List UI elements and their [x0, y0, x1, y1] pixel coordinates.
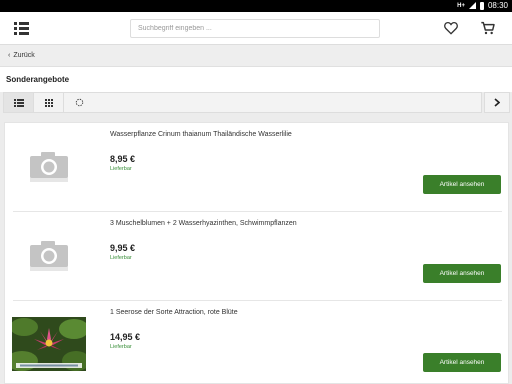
- product-image[interactable]: [13, 133, 85, 201]
- product-image[interactable]: [13, 222, 85, 290]
- search-input[interactable]: [130, 19, 380, 38]
- product-price: 9,95 €: [110, 243, 136, 253]
- grid-view-button[interactable]: [34, 93, 64, 112]
- product-item: 3 Muschelblumen + 2 Wasserhyazinthen, Sc…: [5, 212, 510, 301]
- product-item: Wasserpflanze Crinum thaianum Thailändis…: [5, 123, 510, 212]
- title-bar: Sonderangebote: [0, 67, 512, 92]
- refresh-button[interactable]: [64, 93, 94, 112]
- availability-status: Lieferbar: [110, 344, 132, 350]
- chevron-right-icon: [494, 98, 500, 107]
- product-image[interactable]: [12, 317, 86, 371]
- availability-status: Lieferbar: [110, 255, 132, 261]
- back-label: Zurück: [13, 52, 35, 59]
- grid-view-icon: [44, 98, 53, 107]
- view-article-button[interactable]: Artikel ansehen: [423, 353, 501, 372]
- list-view-icon: [13, 98, 24, 107]
- status-bar: H+ 08:30: [0, 0, 512, 12]
- chevron-left-icon: ‹: [8, 52, 11, 59]
- camera-placeholder-icon: [30, 241, 68, 271]
- menu-icon[interactable]: [14, 21, 30, 35]
- back-bar: ‹ Zurück: [0, 45, 512, 67]
- availability-status: Lieferbar: [110, 166, 132, 172]
- product-name[interactable]: 1 Seerose der Sorte Attraction, rote Blü…: [110, 309, 238, 316]
- back-button[interactable]: ‹ Zurück: [8, 52, 35, 59]
- product-name[interactable]: Wasserpflanze Crinum thaianum Thailändis…: [110, 131, 292, 138]
- app-header: [0, 12, 512, 45]
- heart-icon[interactable]: [443, 20, 459, 36]
- cart-icon[interactable]: [480, 20, 496, 36]
- clock: 08:30: [487, 1, 508, 10]
- view-toolbar: [3, 92, 482, 113]
- view-article-button[interactable]: Artikel ansehen: [423, 264, 501, 283]
- product-price: 8,95 €: [110, 154, 136, 164]
- page-title: Sonderangebote: [6, 75, 70, 84]
- water-lily-photo: [12, 317, 86, 371]
- product-price: 14,95 €: [110, 332, 141, 342]
- next-page-button[interactable]: [484, 92, 510, 113]
- signal-icon: [468, 2, 476, 9]
- status-icons: H+ 08:30: [457, 1, 508, 10]
- camera-placeholder-icon: [30, 152, 68, 182]
- list-view-button[interactable]: [4, 93, 34, 112]
- view-article-button[interactable]: Artikel ansehen: [423, 175, 501, 194]
- product-item: 1 Seerose der Sorte Attraction, rote Blü…: [5, 301, 510, 384]
- battery-icon: [479, 1, 484, 10]
- product-name[interactable]: 3 Muschelblumen + 2 Wasserhyazinthen, Sc…: [110, 220, 297, 227]
- refresh-icon: [75, 98, 83, 107]
- network-type: H+: [457, 2, 465, 9]
- product-list: Wasserpflanze Crinum thaianum Thailändis…: [4, 122, 509, 384]
